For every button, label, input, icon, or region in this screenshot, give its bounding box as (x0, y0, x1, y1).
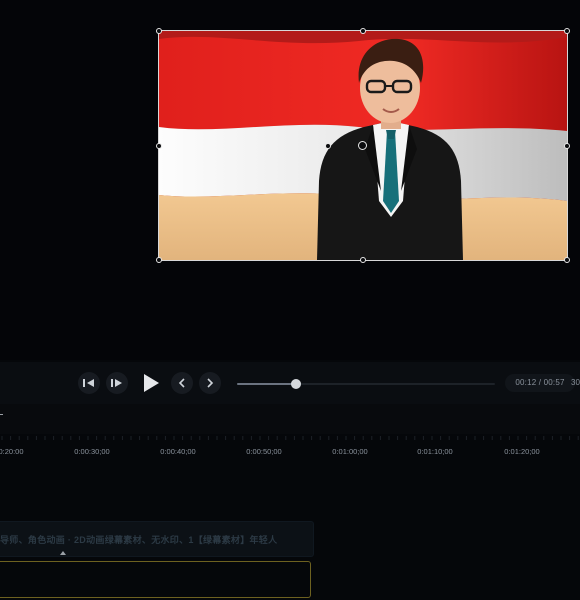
next-clip-button[interactable] (199, 372, 221, 394)
step-back-button[interactable] (78, 372, 100, 394)
timeline-ruler[interactable]: 0:20:00 0:00:30;00 0:00:40;00 0:00:50;00… (0, 434, 580, 460)
ruler-label-0: 0:20:00 (0, 447, 24, 456)
seek-thumb[interactable] (291, 379, 302, 389)
time-readout: 00:12 / 00:57 (505, 374, 575, 392)
step-forward-icon (111, 379, 122, 387)
resize-handle-bottom[interactable] (360, 257, 366, 263)
chevron-right-icon (207, 378, 214, 388)
timeline-panel: 0:20:00 0:00:30;00 0:00:40;00 0:00:50;00… (0, 404, 580, 600)
play-icon (144, 374, 159, 392)
ruler-label-5: 0:01:10;00 (417, 447, 453, 456)
resize-handle-right[interactable] (564, 143, 570, 149)
rotate-anchor-handle[interactable] (325, 143, 331, 149)
resize-handle-left[interactable] (156, 143, 162, 149)
ruler-label-2: 0:00:40;00 (160, 447, 196, 456)
resize-handle-bottom-right[interactable] (564, 257, 570, 263)
preview-canvas (0, 0, 580, 360)
resize-handle-top[interactable] (360, 28, 366, 34)
player-controls: 00:12 / 00:57 30 (0, 362, 580, 404)
chevron-left-icon (178, 378, 185, 388)
ruler-label-4: 0:01:00;00 (332, 447, 368, 456)
resize-handle-top-left[interactable] (156, 28, 162, 34)
play-button[interactable] (138, 370, 164, 396)
ruler-label-6: 0:01:20;00 (504, 447, 540, 456)
clip-caret-icon (60, 551, 66, 555)
ruler-label-3: 0:00:50;00 (246, 447, 282, 456)
video-clip[interactable]: 导师、角色动画 · 2D动画绿幕素材、无水印、1【绿幕素材】年轻人 (0, 521, 314, 557)
resize-handle-top-right[interactable] (564, 28, 570, 34)
ruler-ticks (1, 436, 579, 440)
center-pivot-handle[interactable] (358, 141, 367, 150)
clip-title: 导师、角色动画 · 2D动画绿幕素材、无水印、1【绿幕素材】年轻人 (0, 535, 278, 545)
seek-progress-fill (237, 383, 297, 385)
timeline-toolbar (0, 404, 580, 434)
seek-slider[interactable] (237, 379, 495, 389)
step-forward-button[interactable] (106, 372, 128, 394)
zoom-readout: 30 (571, 378, 580, 387)
selected-track-clip[interactable] (0, 561, 311, 598)
ruler-label-1: 0:00:30;00 (74, 447, 110, 456)
previous-clip-button[interactable] (171, 372, 193, 394)
resize-handle-bottom-left[interactable] (156, 257, 162, 263)
step-back-icon (83, 379, 94, 387)
toolbar-marker (0, 414, 3, 415)
